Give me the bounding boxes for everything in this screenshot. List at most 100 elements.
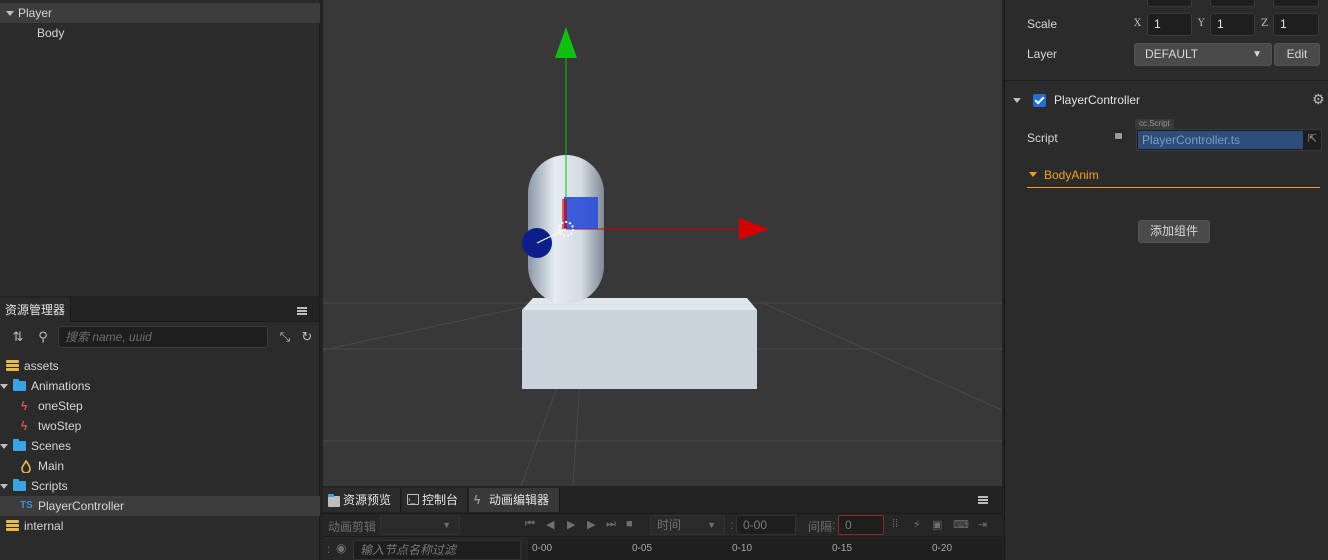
scene-canvas[interactable] xyxy=(323,0,1002,486)
scale-x-field[interactable]: 1 xyxy=(1147,13,1192,36)
timeline-tick: 0-00 xyxy=(532,543,553,554)
tab-asset-preview[interactable]: 资源预览 xyxy=(323,488,401,512)
refresh-icon[interactable]: ↻ xyxy=(300,329,314,345)
edit-layer-button[interactable]: Edit xyxy=(1274,43,1320,66)
asset-item-twostep[interactable]: ϟ twoStep xyxy=(0,416,320,436)
jump-last-icon[interactable]: ⏭ xyxy=(606,518,616,531)
asset-item-label: PlayerController xyxy=(38,499,125,513)
stop-icon[interactable]: ■ xyxy=(626,518,633,530)
folder-icon xyxy=(328,494,340,507)
play-icon[interactable]: ▶ xyxy=(567,518,575,531)
script-label: Script xyxy=(1027,131,1058,145)
timeline-tick: 0-05 xyxy=(632,543,653,554)
animation-clip-icon: ϟ xyxy=(21,419,28,433)
tab-label: 动画编辑器 xyxy=(489,493,550,507)
keyboard-icon[interactable]: ⌨ xyxy=(953,518,969,531)
tab-label: 资源预览 xyxy=(343,493,392,507)
chevron-down-icon[interactable] xyxy=(0,484,8,489)
menu-icon[interactable] xyxy=(978,496,988,504)
time-input[interactable]: 0-00 xyxy=(736,515,796,535)
asset-item-assets[interactable]: assets xyxy=(0,356,320,376)
divider xyxy=(1005,80,1328,81)
rotation-z-field[interactable] xyxy=(1273,0,1319,7)
colon-separator: : xyxy=(730,518,734,532)
asset-item-internal[interactable]: internal xyxy=(0,516,320,536)
node-filter-input[interactable]: 输入节点名称过滤 xyxy=(353,540,521,560)
cube-mesh xyxy=(522,298,757,389)
menu-icon[interactable] xyxy=(297,307,307,315)
tab-animation-editor[interactable]: ϟ 动画编辑器 xyxy=(469,488,560,512)
chevron-down-icon[interactable] xyxy=(0,444,8,449)
asset-item-label: Animations xyxy=(31,379,91,393)
node-filter-bar: : ◉ 输入节点名称过滤 xyxy=(323,538,528,560)
clip-select[interactable]: ▼ xyxy=(380,515,460,535)
tree-node-body[interactable]: Body xyxy=(0,23,320,43)
script-asset-field[interactable]: PlayerController.ts ⇱ xyxy=(1136,129,1322,151)
tab-label: 控制台 xyxy=(422,493,459,507)
rotation-x-field[interactable] xyxy=(1147,0,1192,7)
tree-node-player[interactable]: Player xyxy=(0,3,320,23)
colon-separator: : xyxy=(327,542,331,556)
component-enabled-checkbox[interactable] xyxy=(1033,94,1046,107)
folder-icon xyxy=(13,379,26,391)
chevron-down-icon[interactable] xyxy=(6,11,14,17)
bottom-tabbar: 资源预览 ›_ 控制台 ϟ 动画编辑器 xyxy=(323,488,1002,513)
gear-icon[interactable]: ⚙ xyxy=(1312,91,1325,108)
tab-console[interactable]: ›_ 控制台 xyxy=(402,488,468,512)
add-component-button[interactable]: 添加组件 xyxy=(1138,220,1210,243)
timeline-ruler[interactable]: 0-00 0-05 0-10 0-15 0-20 xyxy=(528,538,1002,560)
scene-icon xyxy=(21,459,31,474)
layer-select[interactable]: DEFAULT ▼ xyxy=(1134,43,1272,66)
assets-panel: 资源管理器 ⇅ ⚲ 搜索 name, uuid ⤡ ↻ assets Anima… xyxy=(0,298,320,560)
step-forward-icon[interactable]: ▶ xyxy=(587,518,595,531)
database-icon xyxy=(6,360,19,372)
asset-search-input[interactable]: 搜索 name, uuid xyxy=(58,326,268,348)
asset-item-scripts[interactable]: Scripts xyxy=(0,476,320,496)
asset-item-playercontroller[interactable]: TS PlayerController xyxy=(0,496,320,516)
asset-item-main[interactable]: Main xyxy=(0,456,320,476)
collapse-icon[interactable]: ⤡ xyxy=(278,329,292,345)
clip-label: 动画剪辑 xyxy=(328,520,377,534)
jump-first-icon[interactable]: ⏮ xyxy=(525,518,535,531)
rotation-y-field[interactable] xyxy=(1210,0,1255,7)
chevron-down-icon[interactable] xyxy=(1029,172,1037,177)
asset-item-scenes[interactable]: Scenes xyxy=(0,436,320,456)
scale-y-field[interactable]: 1 xyxy=(1210,13,1255,36)
subsection-underline xyxy=(1027,187,1320,188)
save-icon[interactable]: ▣ xyxy=(932,518,942,531)
chevron-down-icon: ▼ xyxy=(442,520,451,530)
folder-icon xyxy=(13,439,26,451)
timeline-tick: 0-10 xyxy=(732,543,753,554)
chevron-down-icon: ▼ xyxy=(1252,49,1262,60)
time-mode-select[interactable]: 时间 ▼ xyxy=(650,515,725,535)
chevron-down-icon: ▼ xyxy=(707,520,716,530)
subsection-title[interactable]: BodyAnim xyxy=(1044,168,1099,182)
database-icon xyxy=(6,520,19,532)
scale-z-field[interactable]: 1 xyxy=(1273,13,1319,36)
folder-icon xyxy=(13,479,26,491)
layer-label: Layer xyxy=(1027,47,1058,61)
hierarchy-panel: Player Body xyxy=(0,0,320,296)
scale-label: Scale xyxy=(1027,17,1058,31)
search-filter-icon[interactable]: ⚲ xyxy=(33,329,53,345)
asset-item-label: assets xyxy=(24,359,59,373)
tree-node-label: Body xyxy=(37,26,65,40)
interval-input[interactable]: 0 xyxy=(838,515,884,535)
chevron-down-icon[interactable] xyxy=(0,384,8,389)
exit-icon[interactable]: ⇥ xyxy=(978,518,987,531)
component-title: PlayerController xyxy=(1054,93,1141,107)
locate-asset-icon[interactable]: ⇱ xyxy=(1308,132,1317,145)
asset-item-animations[interactable]: Animations xyxy=(0,376,320,396)
event-icon[interactable]: ⚡ xyxy=(913,518,921,531)
sort-icon[interactable]: ⇅ xyxy=(9,329,27,345)
assets-tabbar: 资源管理器 xyxy=(0,298,319,322)
step-back-icon[interactable]: ◀ xyxy=(546,518,554,531)
scene-viewport[interactable] xyxy=(323,0,1002,486)
eye-icon[interactable]: ◉ xyxy=(336,541,346,555)
chevron-down-icon[interactable] xyxy=(1013,98,1021,103)
timeline-tick: 0-20 xyxy=(932,543,953,554)
tree-node-label: Player xyxy=(18,6,53,20)
asset-item-onestep[interactable]: ϟ oneStep xyxy=(0,396,320,416)
grid-snap-icon[interactable]: ⁞⁞ xyxy=(892,518,898,530)
tab-assets[interactable]: 资源管理器 xyxy=(0,298,72,322)
